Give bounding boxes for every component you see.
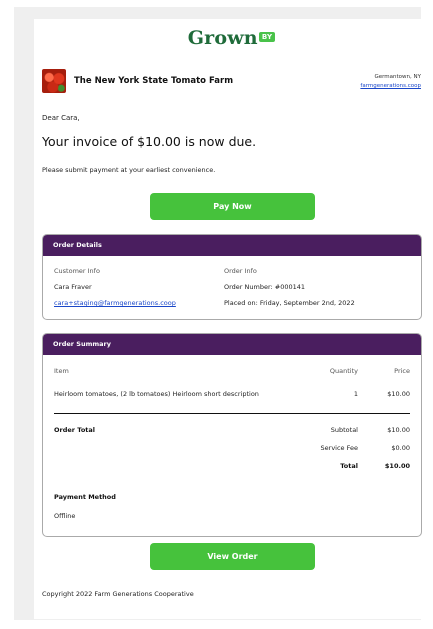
line-item-name: Heirloom tomatoes, (2 lb tomatoes) Heirl… [54, 390, 259, 398]
customer-name: Cara Fraver [54, 283, 92, 291]
total-label: Total [340, 462, 358, 470]
order-details-panel: Order Details Customer Info Cara Fraver … [42, 234, 422, 320]
column-header-quantity: Quantity [329, 367, 358, 375]
customer-info-label: Customer Info [54, 267, 100, 275]
summary-divider [54, 413, 410, 414]
service-fee-value: $0.00 [391, 444, 410, 452]
greeting: Dear Cara, [42, 114, 80, 122]
order-number: Order Number: #000141 [224, 283, 306, 291]
subtotal-label: Subtotal [330, 426, 358, 434]
customer-email-link[interactable]: cara+staging@farmgenerations.coop [54, 299, 176, 307]
order-summary-title: Order Summary [43, 334, 421, 355]
payment-instruction: Please submit payment at your earliest c… [42, 166, 216, 174]
order-details-title: Order Details [43, 235, 421, 256]
farm-location: Germantown, NY [374, 74, 421, 80]
farm-location-block: Germantown, NY farmgenerations.coop [360, 73, 421, 91]
payment-method-value: Offline [54, 512, 76, 520]
farm-website-link[interactable]: farmgenerations.coop [360, 83, 421, 89]
farm-name: The New York State Tomato Farm [74, 76, 234, 86]
order-total-label: Order Total [54, 426, 96, 434]
column-header-price: Price [394, 367, 410, 375]
logo-badge: BY [258, 32, 276, 42]
logo-text: Grown [187, 27, 258, 49]
email-background: Grown BY The New York State Tomato Farm G… [14, 7, 429, 620]
service-fee-label: Service Fee [320, 444, 358, 452]
email-card: Grown BY The New York State Tomato Farm G… [34, 19, 429, 619]
pay-now-button[interactable]: Pay Now [150, 193, 315, 220]
order-placed-date: Placed on: Friday, September 2nd, 2022 [224, 299, 355, 307]
footer-copyright: Copyright 2022 Farm Generations Cooperat… [42, 590, 194, 598]
order-info-label: Order Info [224, 267, 257, 275]
farm-photo [42, 69, 66, 93]
grown-by-logo: Grown BY [34, 27, 429, 49]
line-item-price: $10.00 [387, 390, 410, 398]
order-summary-panel: Order Summary Item Quantity Price Heirlo… [42, 333, 422, 537]
total-value: $10.00 [384, 462, 410, 470]
invoice-headline: Your invoice of $10.00 is now due. [42, 134, 257, 149]
subtotal-value: $10.00 [387, 426, 410, 434]
payment-method-label: Payment Method [54, 493, 116, 501]
farm-header: The New York State Tomato Farm Germantow… [42, 69, 421, 95]
line-item-quantity: 1 [353, 390, 358, 398]
view-order-button[interactable]: View Order [150, 543, 315, 570]
column-header-item: Item [54, 367, 69, 375]
